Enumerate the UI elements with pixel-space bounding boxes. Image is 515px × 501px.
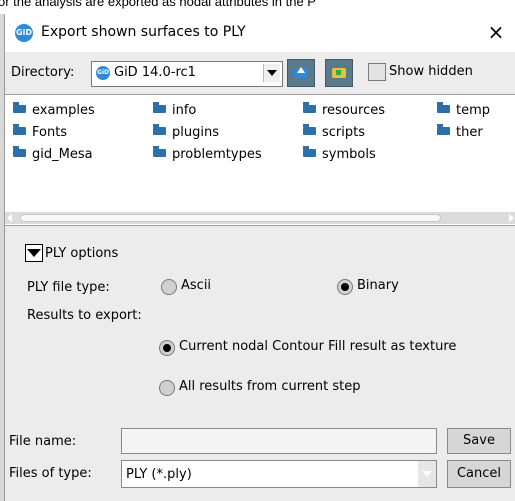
scroll-left-icon[interactable] <box>7 214 12 222</box>
folder-up-icon <box>294 67 308 78</box>
file-name-label: File name: <box>9 434 77 449</box>
file-item-label: Fonts <box>32 125 68 140</box>
file-item[interactable]: scripts <box>303 124 365 140</box>
file-list: examples info resources temp Fonts plugi… <box>5 94 515 226</box>
results-to-export-label: Results to export: <box>27 308 142 323</box>
scroll-right-icon[interactable] <box>509 214 514 222</box>
folder-icon <box>13 146 26 157</box>
file-item-label: ther <box>456 125 483 140</box>
directory-row: Directory: GiD GiD 14.0-rc1 Show hidden <box>5 56 515 92</box>
file-item-label: resources <box>322 103 386 118</box>
file-item[interactable]: symbols <box>303 146 376 162</box>
ply-options-title: PLY options <box>45 246 119 261</box>
directory-combobox[interactable]: GiD GiD 14.0-rc1 <box>91 61 283 87</box>
gid-logo-icon: GiD <box>15 24 33 42</box>
ply-file-type-label: PLY file type: <box>27 280 110 295</box>
file-item-label: problemtypes <box>172 147 262 162</box>
collapse-triangle-icon[interactable] <box>25 244 43 262</box>
file-item-label: info <box>172 103 197 118</box>
files-of-type-select[interactable]: PLY (*.ply) <box>121 460 437 488</box>
new-folder-button[interactable] <box>325 59 353 87</box>
folder-icon <box>437 124 450 135</box>
close-icon[interactable]: × <box>486 21 506 43</box>
new-folder-icon <box>332 68 346 78</box>
cancel-button[interactable]: Cancel <box>447 460 511 488</box>
files-of-type-label: Files of type: <box>9 466 92 481</box>
chevron-down-icon[interactable] <box>263 64 280 82</box>
file-item[interactable]: info <box>153 102 197 118</box>
file-item[interactable]: plugins <box>153 124 219 140</box>
radio-ascii-label: Ascii <box>181 278 212 293</box>
background-text: or the analysis are exported as nodal at… <box>0 0 316 9</box>
radio-binary[interactable] <box>337 279 353 295</box>
file-item[interactable]: resources <box>303 102 386 118</box>
radio-all-results-label: All results from current step <box>179 379 361 394</box>
radio-all-results[interactable] <box>159 380 175 396</box>
folder-icon <box>303 102 316 113</box>
dialog-title: Export shown surfaces to PLY <box>41 24 246 40</box>
gid-logo-icon: GiD <box>96 66 110 80</box>
file-item[interactable]: gid_Mesa <box>13 146 93 162</box>
horizontal-scrollbar[interactable] <box>5 212 515 224</box>
folder-icon <box>153 124 166 135</box>
show-hidden-checkbox[interactable] <box>368 63 386 81</box>
directory-label: Directory: <box>11 65 75 80</box>
radio-binary-label: Binary <box>357 278 399 293</box>
file-item-label: plugins <box>172 125 219 140</box>
file-item[interactable]: ther <box>437 124 483 140</box>
folder-icon <box>303 124 316 135</box>
radio-current-contour-fill-label: Current nodal Contour Fill result as tex… <box>179 339 457 354</box>
background-document-text: or the analysis are exported as nodal at… <box>0 0 515 14</box>
export-dialog: GiD Export shown surfaces to PLY × Direc… <box>4 14 515 501</box>
save-button[interactable]: Save <box>447 428 511 454</box>
file-item-label: symbols <box>322 147 376 162</box>
title-bar: GiD Export shown surfaces to PLY × <box>5 14 515 52</box>
file-item-label: examples <box>32 103 95 118</box>
file-name-input[interactable] <box>121 428 437 454</box>
folder-up-button[interactable] <box>287 59 315 87</box>
files-of-type-value: PLY (*.ply) <box>126 467 192 482</box>
folder-icon <box>13 124 26 135</box>
file-item-label: gid_Mesa <box>32 147 93 162</box>
file-item[interactable]: examples <box>13 102 95 118</box>
folder-icon <box>303 146 316 157</box>
radio-current-contour-fill[interactable] <box>159 340 175 356</box>
directory-value: GiD 14.0-rc1 <box>114 65 196 80</box>
folder-icon <box>437 102 450 113</box>
file-item[interactable]: Fonts <box>13 124 68 140</box>
file-item[interactable]: problemtypes <box>153 146 262 162</box>
file-item[interactable]: temp <box>437 102 491 118</box>
scroll-thumb[interactable] <box>21 215 440 221</box>
radio-ascii[interactable] <box>161 279 177 295</box>
chevron-down-icon[interactable] <box>418 461 436 487</box>
show-hidden-label: Show hidden <box>389 64 473 79</box>
folder-icon <box>153 102 166 113</box>
folder-icon <box>13 102 26 113</box>
file-item-label: scripts <box>322 125 365 140</box>
file-item-label: temp <box>456 103 491 118</box>
folder-icon <box>153 146 166 157</box>
